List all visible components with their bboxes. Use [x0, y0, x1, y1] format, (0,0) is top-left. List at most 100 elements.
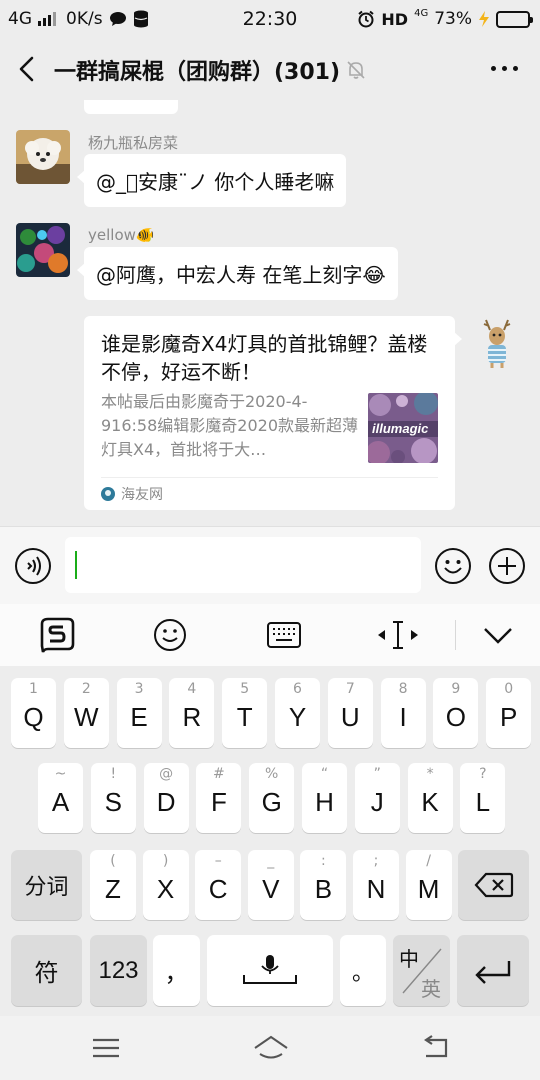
sender-name: yellow🐠 [88, 226, 155, 244]
backspace-icon [474, 872, 513, 898]
period-key[interactable]: 。 [340, 935, 386, 1006]
message-bubble[interactable]: @_ﾟ安康¨ノ 你个人睡老嘛 [76, 154, 347, 207]
source-logo-icon [101, 487, 115, 501]
key-label: G [261, 787, 282, 817]
key-c[interactable]: – C [195, 850, 242, 920]
space-key[interactable] [207, 935, 333, 1006]
key-hint: 3 [134, 681, 144, 697]
card-source: 海友网 [101, 484, 163, 504]
sogou-logo-icon[interactable] [38, 616, 76, 654]
link-card[interactable]: 谁是影魔奇X4灯具的首批锦鲤？盖楼不停，好运不断！ 本帖最后由影魔奇于2020-… [84, 316, 462, 510]
key-label: L [475, 787, 491, 817]
key-k[interactable]: * K [407, 763, 453, 833]
own-avatar[interactable] [470, 316, 524, 370]
symbol-key[interactable]: 符 [11, 935, 82, 1006]
key-label: C [208, 874, 228, 904]
key-label: Z [105, 874, 121, 904]
keyboard-icon[interactable] [265, 616, 303, 654]
key-r[interactable]: 4R [169, 678, 215, 748]
key-g[interactable]: % G [249, 763, 295, 833]
key-label: A [51, 787, 70, 817]
menu-icon[interactable] [90, 1034, 122, 1062]
key-label: I [399, 702, 407, 732]
key-p[interactable]: 0P [486, 678, 532, 748]
key-z[interactable]: (Z [90, 850, 136, 920]
back-nav-icon[interactable] [420, 1034, 452, 1062]
previous-message-bubble[interactable] [84, 100, 178, 114]
key-i[interactable]: 8I [380, 678, 426, 748]
key-label: F [210, 787, 227, 817]
key-hint: _ [267, 853, 275, 869]
more-options-icon[interactable] [491, 66, 518, 71]
home-icon[interactable] [252, 1034, 290, 1062]
key-j[interactable]: ” J [354, 763, 400, 833]
key-label: E [130, 702, 148, 732]
plus-icon[interactable] [488, 547, 526, 585]
key-x[interactable]: ) X [142, 850, 189, 920]
key-l[interactable]: ? L [460, 763, 506, 833]
key-label: T [236, 702, 253, 732]
emoji-face-icon[interactable] [151, 616, 189, 654]
back-arrow-icon[interactable] [12, 52, 42, 86]
battery-percent: 73% [434, 9, 472, 29]
key-d[interactable]: @ D [143, 763, 189, 833]
key-h[interactable]: “H [302, 763, 347, 833]
key-label: O [445, 702, 466, 732]
number-key[interactable]: 123 [90, 935, 147, 1006]
key-label: V [262, 874, 280, 904]
message-bubble[interactable]: @阿鹰，中宏人寿 在笔上刻字😂 [77, 247, 398, 300]
key-e[interactable]: 3E [116, 678, 162, 748]
symbol-label: 符 [34, 959, 59, 987]
key-hint: ; [373, 853, 379, 869]
emoji-icon[interactable] [434, 547, 472, 585]
key-hint: ~ [54, 766, 67, 782]
key-label: R [182, 702, 202, 732]
message-input[interactable] [65, 537, 421, 593]
cursor-move-icon[interactable] [377, 616, 419, 654]
key-o[interactable]: 9O [433, 678, 479, 748]
chat-header: 一群搞屎棍（团购群）(301) [0, 38, 540, 100]
key-hint: @ [159, 766, 174, 782]
keyboard: 分词 符 123 ， 。 中 英 1 Q 2 W 3 E 4 R 5 T 6 Y 7 U 8 I 9 O 0 P ~ A!… [0, 666, 540, 1016]
key-v[interactable]: _ V [247, 850, 294, 920]
key-n[interactable]: ; N [353, 850, 399, 920]
charging-icon [479, 11, 489, 27]
split-word-label: 分词 [24, 875, 69, 900]
key-t[interactable]: 5T [222, 678, 268, 748]
split-word-key[interactable]: 分词 [11, 850, 82, 920]
key-u[interactable]: 7U [327, 678, 373, 748]
lang-en-label: 英 [421, 977, 441, 1001]
card-title: 谁是影魔奇X4灯具的首批锦鲤？盖楼不停，好运不断！ [101, 332, 428, 384]
battery-icon [496, 10, 533, 28]
avatar[interactable] [16, 130, 70, 184]
alarm-icon [358, 10, 375, 28]
key-w[interactable]: 2W [63, 678, 109, 748]
key-label: P [500, 702, 518, 732]
toolbar-divider [455, 620, 456, 650]
network-type-right: 4G [414, 8, 429, 19]
hd-indicator: HD [381, 9, 409, 29]
key-label: B [314, 874, 333, 904]
key-s[interactable]: ! S [90, 763, 136, 833]
key-f[interactable]: # F [196, 763, 242, 833]
key-label: J [370, 787, 384, 817]
collapse-keyboard-icon[interactable] [479, 616, 517, 654]
key-b[interactable]: :B [300, 850, 347, 920]
key-hint: 5 [240, 681, 250, 697]
key-m[interactable]: / M [405, 850, 452, 920]
sender-name: 杨九瓶私房菜 [88, 134, 179, 152]
language-switch-key[interactable]: 中 英 [393, 935, 450, 1006]
period-label: 。 [351, 960, 374, 986]
avatar[interactable] [16, 223, 70, 277]
key-label: W [74, 702, 99, 732]
key-a[interactable]: ~ A [38, 763, 83, 833]
key-label: M [417, 874, 440, 904]
key-y[interactable]: 6Y [275, 678, 320, 748]
enter-key[interactable] [457, 935, 529, 1006]
comma-key[interactable]: ， [153, 935, 200, 1006]
key-hint: ? [479, 766, 487, 782]
backspace-key[interactable] [458, 850, 529, 920]
voice-input-icon[interactable] [14, 547, 52, 585]
message-list[interactable]: 杨九瓶私房菜 @_ﾟ安康¨ノ 你个人睡老嘛 yellow🐠 @阿鹰，中宏人寿 在… [0, 100, 540, 526]
key-q[interactable]: 1Q [11, 678, 56, 748]
